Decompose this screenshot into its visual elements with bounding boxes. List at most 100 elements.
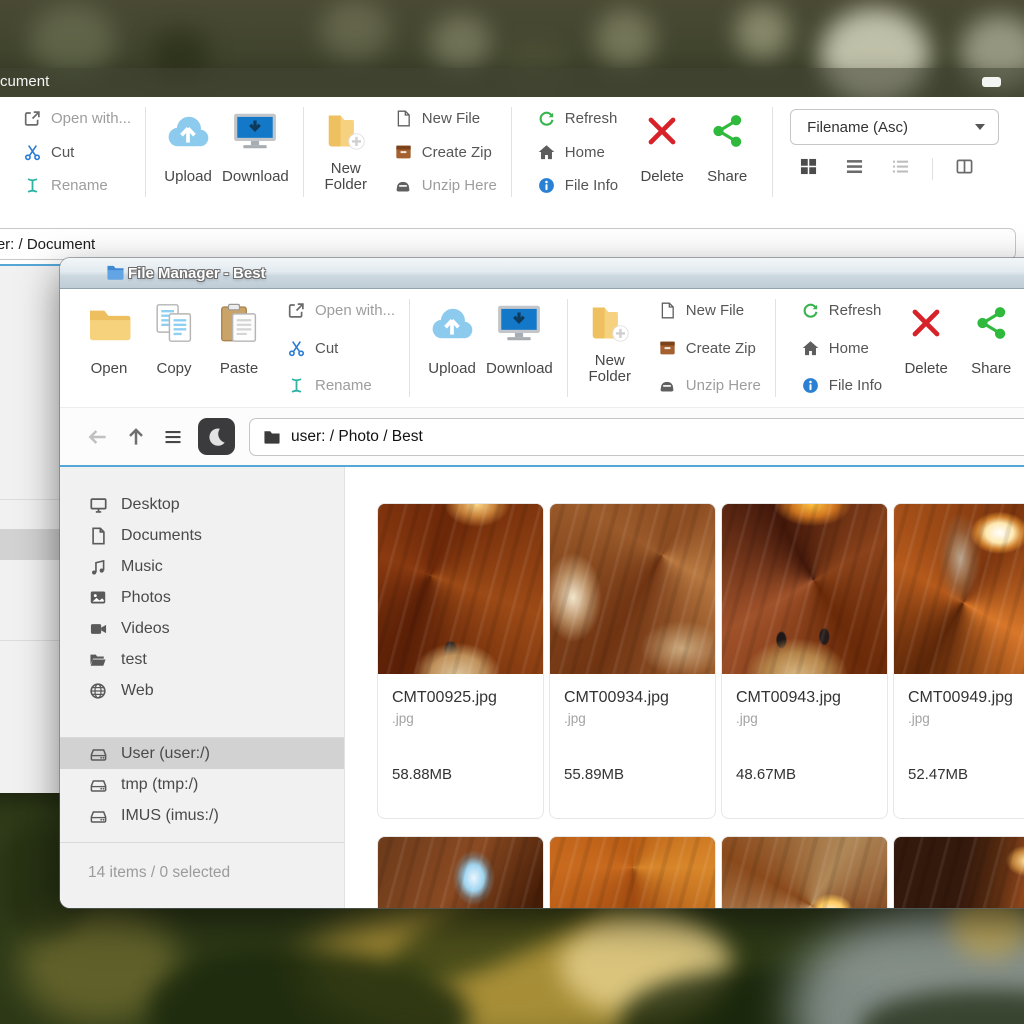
sidebar-item-desktop[interactable]: Desktop (60, 489, 344, 520)
open-with-button[interactable]: Open with... (23, 110, 131, 127)
new-folder-button[interactable]: New Folder (579, 293, 641, 403)
unzip-here-button[interactable]: Unzip Here (394, 177, 497, 194)
bokeh-light (595, 10, 655, 68)
rename-button[interactable]: Rename (23, 177, 131, 194)
share-button[interactable]: Share (696, 101, 758, 203)
background-window-toolbar: OpenCopyPasteOpen with...CutRenameUpload… (0, 97, 1024, 207)
toolbar-label: Open with... (51, 110, 131, 127)
open-button[interactable]: Open (78, 293, 140, 403)
minimize-button[interactable] (982, 77, 1001, 87)
sort-dropdown[interactable]: Filename (Asc) (790, 109, 999, 145)
dark-mode-toggle[interactable] (198, 418, 235, 455)
file-size: 48.67MB (736, 766, 873, 783)
breadcrumb[interactable]: user: / Photo / Best (249, 418, 1024, 456)
list-view-button[interactable] (846, 158, 863, 180)
share-button[interactable]: Share (960, 293, 1022, 403)
rename-button[interactable]: Rename (287, 377, 395, 394)
zip-icon (394, 144, 413, 160)
toolbar-label: Upload (428, 351, 476, 387)
divider (60, 842, 344, 843)
sidebar: DesktopDocuments Music PhotosVideostestWeb… (60, 467, 345, 908)
sidebar-item-music[interactable]: Music (60, 551, 344, 582)
home-icon (537, 144, 556, 160)
file-name: CMT00925.jpg (392, 689, 529, 707)
open-with-button[interactable]: Open with... (287, 302, 395, 319)
paste-button[interactable]: Paste (208, 293, 270, 403)
breadcrumb[interactable]: user: / Document (0, 228, 1016, 260)
download-button[interactable]: Download (222, 101, 289, 203)
toolbar-label: Refresh (565, 110, 618, 127)
file-thumbnail (894, 504, 1024, 674)
sidebar-item-videos[interactable]: Videos (60, 613, 344, 644)
new-folder-icon (325, 103, 367, 159)
file-card[interactable] (549, 836, 716, 908)
toolbar-label: New Folder (584, 351, 636, 387)
toolbar-label: Delete (640, 159, 683, 195)
delete-button[interactable]: Delete (895, 293, 957, 403)
delete-button[interactable]: Delete (631, 101, 693, 203)
paste-button[interactable]: Paste (0, 101, 6, 203)
background-window-titlebar[interactable]: File Manager - Document (0, 68, 1024, 97)
toolbar-label: New File (422, 110, 480, 127)
sidebar-item-documents[interactable]: Documents (60, 520, 344, 551)
toolbar-label: Download (486, 351, 553, 387)
globe-icon (88, 682, 108, 700)
new-file-button[interactable]: New File (658, 302, 761, 319)
file-card[interactable]: CMT00943.jpg.jpg48.67MB (721, 503, 888, 819)
create-zip-button[interactable]: Create Zip (658, 340, 761, 357)
file-card[interactable] (377, 836, 544, 908)
file-card[interactable] (893, 836, 1024, 908)
toolbar-label: File Info (829, 377, 882, 394)
view-separator (932, 158, 933, 180)
toolbar-label: Unzip Here (686, 377, 761, 394)
copy-button[interactable]: Copy (143, 293, 205, 403)
toolbar-label: Create Zip (686, 340, 756, 357)
photos-icon (88, 589, 108, 606)
refresh-button[interactable]: Refresh (801, 302, 882, 319)
bokeh-light (30, 5, 115, 75)
folder-open-icon (87, 295, 131, 351)
cut-icon (23, 144, 42, 161)
cut-button[interactable]: Cut (287, 340, 395, 357)
new-folder-button[interactable]: New Folder (315, 101, 377, 203)
new-file-button[interactable]: New File (394, 110, 497, 127)
up-button[interactable] (124, 426, 148, 448)
download-button[interactable]: Download (486, 293, 553, 403)
file-card[interactable]: CMT00949.jpg.jpg52.47MB (893, 503, 1024, 819)
window-titlebar[interactable]: File Manager - Best (60, 258, 1024, 289)
back-button[interactable] (86, 426, 110, 448)
file-info-button[interactable]: File Info (537, 177, 618, 194)
sidebar-volume-imus[interactable]: IMUS (imus:/) (60, 800, 344, 831)
refresh-button[interactable]: Refresh (537, 110, 618, 127)
sidebar-volume-tmp[interactable]: tmp (tmp:/) (60, 769, 344, 800)
sidebar-item-label: Music (121, 558, 163, 576)
file-card[interactable]: CMT00934.jpg.jpg55.89MB (549, 503, 716, 819)
sidebar-item-test[interactable]: test (60, 644, 344, 675)
sidebar-item-web[interactable]: Web (60, 675, 344, 706)
bokeh-light (430, 15, 492, 70)
file-card[interactable]: CMT00925.jpg.jpg58.88MB (377, 503, 544, 819)
toolbar-label: Delete (904, 351, 947, 387)
sidebar-item-photos[interactable]: Photos (60, 582, 344, 613)
menu-button[interactable] (162, 427, 184, 447)
unzip-here-button[interactable]: Unzip Here (658, 377, 761, 394)
home-button[interactable]: Home (801, 340, 882, 357)
file-info-button[interactable]: File Info (801, 377, 882, 394)
create-zip-button[interactable]: Create Zip (394, 144, 497, 161)
download-icon (231, 103, 279, 159)
file-thumbnail (550, 504, 715, 674)
upload-button[interactable]: Upload (157, 101, 219, 203)
view-mode-row (790, 158, 999, 180)
home-button[interactable]: Home (537, 144, 618, 161)
file-card[interactable] (721, 836, 888, 908)
detail-view-button[interactable] (892, 158, 909, 180)
cut-button[interactable]: Cut (23, 144, 131, 161)
file-name: CMT00943.jpg (736, 689, 873, 707)
upload-button[interactable]: Upload (421, 293, 483, 403)
toolbar-label: New File (686, 302, 744, 319)
grid-view-button[interactable] (800, 158, 817, 180)
share-icon (710, 103, 745, 159)
sidebar-volume-user[interactable]: User (user:/) (60, 738, 344, 769)
file-thumbnail (378, 837, 543, 908)
columns-view-button[interactable] (956, 158, 973, 180)
